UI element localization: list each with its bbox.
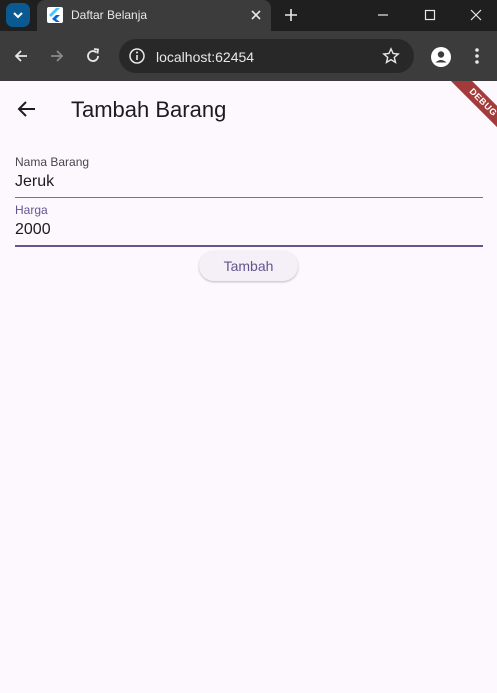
minimize-icon[interactable] — [375, 7, 391, 23]
reload-icon[interactable] — [84, 47, 102, 65]
flutter-icon — [47, 7, 63, 23]
back-button[interactable] — [11, 93, 43, 125]
item-name-input[interactable]: Jeruk — [15, 173, 483, 197]
add-button[interactable]: Tambah — [199, 251, 298, 281]
info-icon[interactable] — [128, 47, 146, 65]
plus-icon[interactable] — [282, 6, 300, 24]
app-viewport: Tambah Barang DEBUG Nama Barang Jeruk Ha… — [0, 81, 497, 693]
item-name-field[interactable]: Nama Barang Jeruk — [15, 155, 483, 198]
chevron-down-icon — [13, 12, 23, 19]
price-underline — [15, 245, 483, 247]
url-text: localhost:62454 — [156, 49, 255, 65]
close-window-icon[interactable] — [468, 7, 484, 23]
arrow-left-icon[interactable] — [12, 47, 30, 65]
page-title: Tambah Barang — [71, 97, 227, 122]
address-bar[interactable]: localhost:62454 — [119, 39, 414, 73]
tab-search-button[interactable] — [6, 3, 30, 27]
debug-banner: DEBUG — [437, 81, 497, 141]
arrow-right-icon[interactable] — [48, 47, 66, 65]
item-name-underline — [15, 197, 483, 198]
browser-tab-strip: Daftar Belanja — [0, 0, 497, 31]
star-icon[interactable] — [382, 47, 400, 65]
profile-button[interactable] — [431, 47, 451, 67]
more-vert-icon[interactable] — [468, 46, 486, 66]
maximize-icon[interactable] — [422, 7, 438, 23]
person-icon — [435, 51, 447, 63]
item-name-label: Nama Barang — [15, 155, 90, 169]
close-icon[interactable] — [248, 7, 264, 23]
tab-title: Daftar Belanja — [71, 8, 148, 22]
price-input[interactable]: 2000 — [15, 221, 483, 245]
browser-toolbar: localhost:62454 — [0, 31, 497, 81]
price-label: Harga — [15, 203, 48, 217]
browser-tab[interactable]: Daftar Belanja — [37, 0, 271, 31]
price-field[interactable]: Harga 2000 — [15, 203, 483, 247]
arrow-back-icon — [17, 101, 35, 117]
debug-label: DEBUG — [450, 81, 497, 135]
